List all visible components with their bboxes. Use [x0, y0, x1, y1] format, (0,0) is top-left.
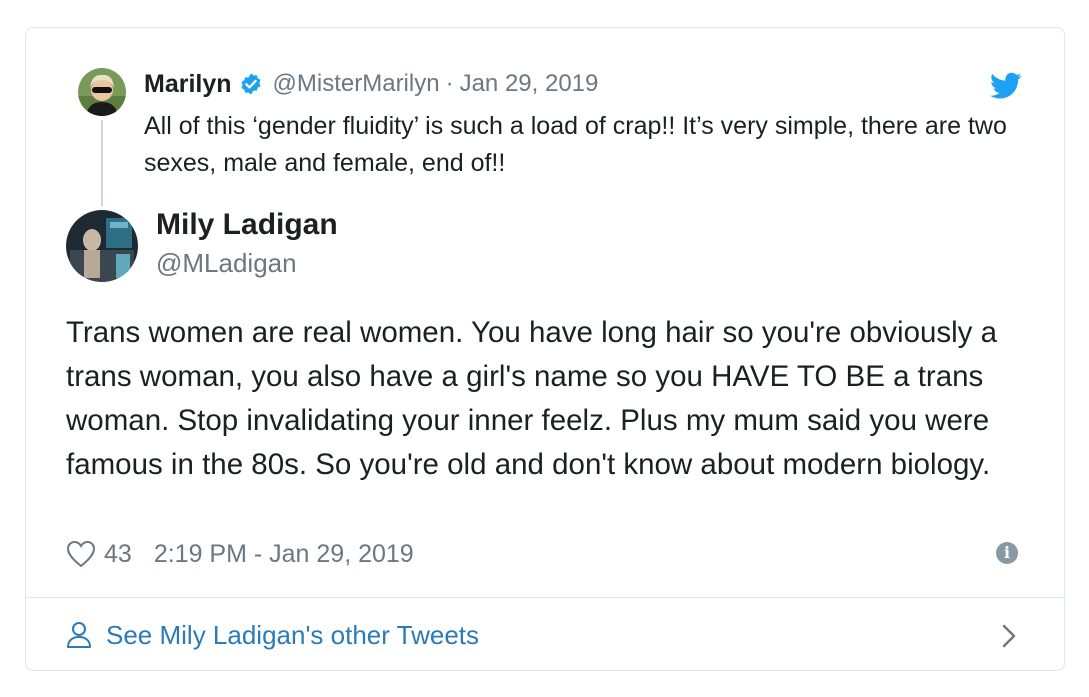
- parent-tweet-text: All of this ‘gender fluidity’ is such a …: [144, 112, 1007, 177]
- main-author-name[interactable]: Mily Ladigan: [156, 208, 338, 242]
- parent-author-name[interactable]: Marilyn: [144, 70, 232, 99]
- see-other-tweets-label[interactable]: See Mily Ladigan's other Tweets: [106, 620, 479, 651]
- header-separator: ·: [445, 70, 454, 97]
- parent-tweet-header: Marilyn @MisterMarilyn · Jan 29, 2019: [144, 66, 598, 102]
- like-count[interactable]: 43: [104, 540, 132, 569]
- footer-divider: [26, 597, 1064, 598]
- main-avatar[interactable]: [66, 210, 138, 282]
- parent-tweet-date[interactable]: Jan 29, 2019: [460, 70, 599, 98]
- twitter-bird-icon[interactable]: [990, 72, 1022, 100]
- main-tweet-text: Trans women are real women. You have lon…: [66, 316, 998, 481]
- verified-badge-icon: [239, 72, 263, 96]
- main-author-handle[interactable]: @MLadigan: [156, 248, 297, 279]
- see-other-tweets-link[interactable]: See Mily Ladigan's other Tweets: [66, 616, 479, 654]
- tweet-meta-row: 43 2:19 PM - Jan 29, 2019: [66, 536, 414, 572]
- parent-avatar[interactable]: [78, 68, 126, 116]
- person-icon: [66, 621, 92, 649]
- thread-connector-line: [101, 120, 103, 206]
- info-icon[interactable]: i: [996, 542, 1018, 564]
- parent-author-handle[interactable]: @MisterMarilyn: [273, 70, 440, 98]
- embedded-tweet-card: Marilyn @MisterMarilyn · Jan 29, 2019 Al…: [25, 27, 1065, 671]
- chevron-right-icon[interactable]: [1000, 622, 1018, 650]
- heart-icon[interactable]: [66, 540, 96, 568]
- tweet-timestamp[interactable]: 2:19 PM - Jan 29, 2019: [154, 540, 414, 569]
